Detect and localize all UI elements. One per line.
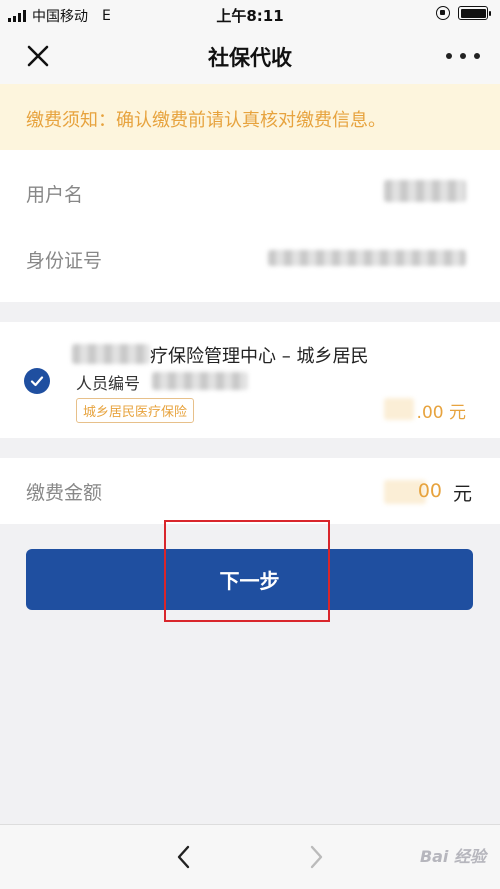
more-dots-icon[interactable] <box>446 44 480 68</box>
id-number-value-redacted <box>268 250 466 266</box>
item-amount-redacted <box>384 398 414 420</box>
username-label: 用户名 <box>26 184 84 206</box>
orientation-lock-icon <box>436 6 450 20</box>
next-step-button[interactable]: 下一步 <box>26 549 473 610</box>
total-amount-label: 缴费金额 <box>26 482 103 504</box>
nav-bar: 社保代收 <box>0 28 500 84</box>
payment-item-card[interactable]: 疗保险管理中心 – 城乡居民 人员编号 城乡居民医疗保险 .00 元 <box>0 322 500 438</box>
total-amount-value: 00 <box>417 480 442 502</box>
item-person-number-label: 人员编号 <box>76 374 141 393</box>
page-title: 社保代收 <box>208 46 292 70</box>
bottom-nav-bar: Bai 经验 <box>0 824 500 889</box>
baidu-watermark: Bai 经验 <box>419 847 486 866</box>
status-time: 上午8:11 <box>216 7 284 25</box>
battery-icon <box>458 6 491 20</box>
total-amount-card: 缴费金额 00 元 <box>0 458 500 524</box>
chevron-right-icon <box>304 843 328 871</box>
item-person-number-redacted <box>152 372 248 390</box>
item-title-redacted <box>72 344 150 364</box>
chevron-left-icon[interactable] <box>172 843 196 871</box>
status-bar: 中国移动 E 上午8:11 <box>0 0 500 28</box>
payment-notice: 缴费须知：确认缴费前请认真核对缴费信息。 <box>0 84 500 150</box>
checkbox-checked-icon[interactable] <box>24 368 50 394</box>
status-right <box>436 6 491 20</box>
item-amount: .00 元 <box>416 403 466 423</box>
user-info-card: 用户名 身份证号 <box>0 150 500 302</box>
username-value-redacted <box>384 180 466 202</box>
insurance-type-tag: 城乡居民医疗保险 <box>76 398 195 423</box>
notice-text: 缴费须知：确认缴费前请认真核对缴费信息。 <box>26 110 386 131</box>
item-title: 疗保险管理中心 – 城乡居民 <box>150 346 369 367</box>
id-number-label: 身份证号 <box>26 250 103 272</box>
total-amount-unit: 元 <box>452 483 472 505</box>
